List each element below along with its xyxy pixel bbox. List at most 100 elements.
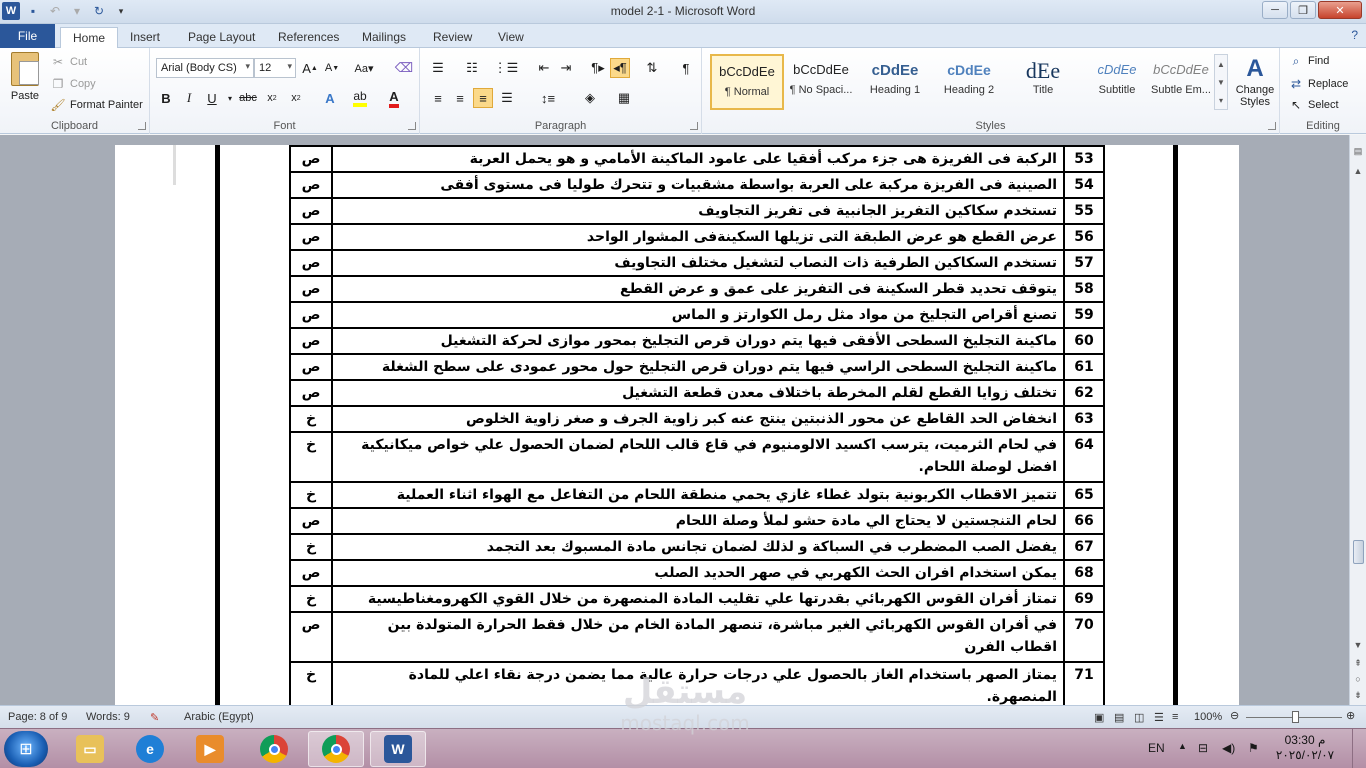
bullets-icon[interactable]: ☰ — [428, 58, 448, 78]
answer-cell[interactable]: ص — [289, 559, 333, 587]
question-number[interactable]: 70 — [1063, 611, 1105, 663]
style-no-spacing[interactable]: bCcDdEe ¶ No Spaci... — [784, 54, 858, 110]
question-number[interactable]: 61 — [1063, 353, 1105, 381]
scroll-down-icon[interactable]: ▼ — [1350, 637, 1366, 653]
draft-icon[interactable]: ≡ — [1172, 711, 1178, 723]
paragraph-launcher-icon[interactable] — [690, 122, 698, 130]
align-right-icon[interactable]: ≡ — [473, 88, 493, 108]
network-icon[interactable]: ⊟ — [1198, 741, 1208, 755]
notification-icon[interactable]: ⚑ — [1248, 741, 1259, 755]
styles-launcher-icon[interactable] — [1268, 122, 1276, 130]
rtl-direction-icon[interactable]: ◂¶ — [610, 58, 630, 78]
justify-icon[interactable]: ☰ — [497, 88, 517, 108]
document-page[interactable]: 53 الركبة فى الفريزة هى جزء مركب أفقيا عل… — [115, 145, 1239, 705]
select-button[interactable]: ↖ Select — [1288, 97, 1339, 113]
copy-button[interactable]: ❐ Copy — [50, 76, 96, 92]
taskbar-chrome[interactable] — [246, 731, 302, 767]
clipboard-launcher-icon[interactable] — [138, 122, 146, 130]
highlight-icon[interactable]: ab — [350, 88, 370, 108]
line-spacing-icon[interactable]: ↕≡ — [538, 88, 558, 108]
question-text[interactable]: ماكينة التجليخ السطحى الراسي فيها يتم دو… — [331, 353, 1065, 381]
answer-cell[interactable]: ص — [289, 197, 333, 225]
answer-cell[interactable]: ص — [289, 353, 333, 381]
font-color-icon[interactable]: A — [384, 88, 404, 108]
tab-page-layout[interactable]: Page Layout — [176, 27, 267, 48]
italic-icon[interactable]: I — [179, 88, 199, 108]
input-language[interactable]: EN — [1148, 741, 1165, 755]
tab-references[interactable]: References — [266, 27, 351, 48]
question-number[interactable]: 65 — [1063, 481, 1105, 509]
page-count[interactable]: Page: 8 of 9 — [8, 711, 67, 723]
answer-cell[interactable]: ص — [289, 249, 333, 277]
question-number[interactable]: 62 — [1063, 379, 1105, 407]
question-text[interactable]: تتميز الاقطاب الكربونية بتولد غطاء غازي … — [331, 481, 1065, 509]
tab-mailings[interactable]: Mailings — [350, 27, 418, 48]
question-number[interactable]: 54 — [1063, 171, 1105, 199]
start-button[interactable]: ⊞ — [4, 731, 48, 767]
answer-cell[interactable]: ص — [289, 171, 333, 199]
question-text[interactable]: الركبة فى الفريزة هى جزء مركب أفقيا على … — [331, 145, 1065, 173]
question-text[interactable]: تصنع أقراص التجليخ من مواد مثل رمل الكوا… — [331, 301, 1065, 329]
shrink-font-icon[interactable]: A ▼ — [322, 58, 342, 78]
full-screen-reading-icon[interactable]: ▤ — [1114, 711, 1124, 724]
print-layout-icon[interactable]: ▣ — [1094, 711, 1104, 724]
gallery-more-icon[interactable]: ▾ — [1219, 96, 1223, 105]
show-formatting-icon[interactable]: ¶ — [676, 58, 696, 78]
underline-icon[interactable]: U — [202, 88, 222, 108]
numbering-icon[interactable]: ☷ — [462, 58, 482, 78]
clear-formatting-icon[interactable]: ⌫ — [394, 58, 414, 78]
taskbar-explorer[interactable]: ▭ — [62, 731, 118, 767]
question-number[interactable]: 67 — [1063, 533, 1105, 561]
question-text[interactable]: يتوقف تحديد قطر السكينة فى التفريز على ع… — [331, 275, 1065, 303]
style-subtle-emphasis[interactable]: bCcDdEe Subtle Em... — [1144, 54, 1218, 110]
question-text[interactable]: لحام التنجستين لا يحتاج الي مادة حشو لمل… — [331, 507, 1065, 535]
answer-cell[interactable]: خ — [289, 431, 333, 483]
question-number[interactable]: 58 — [1063, 275, 1105, 303]
bold-icon[interactable]: B — [156, 88, 176, 108]
zoom-level[interactable]: 100% — [1194, 711, 1222, 723]
change-styles-button[interactable]: A Change Styles — [1232, 54, 1278, 108]
format-painter-button[interactable]: 🖌 Format Painter — [50, 97, 142, 113]
style-subtitle[interactable]: cDdEe Subtitle — [1080, 54, 1154, 110]
question-text[interactable]: تستخدم سكاكين التفريز الجانبية فى تفريز … — [331, 197, 1065, 225]
styles-gallery-scroll[interactable]: ▲ ▼ ▾ — [1214, 54, 1228, 110]
outline-icon[interactable]: ☰ — [1154, 711, 1164, 724]
question-number[interactable]: 71 — [1063, 661, 1105, 705]
grow-font-icon[interactable]: A ▲ — [300, 58, 320, 78]
subscript-icon[interactable]: x2 — [262, 88, 282, 108]
multilevel-list-icon[interactable]: ⋮☰ — [494, 58, 519, 78]
gallery-down-icon[interactable]: ▼ — [1217, 78, 1225, 87]
answer-cell[interactable]: ص — [289, 507, 333, 535]
question-text[interactable]: يمتاز الصهر باستخدام الغاز بالحصول علي د… — [331, 661, 1065, 705]
tab-home[interactable]: Home — [60, 27, 119, 49]
restore-button[interactable]: ❐ — [1290, 1, 1316, 19]
text-effects-icon[interactable]: A — [320, 88, 340, 108]
change-case-icon[interactable]: Aa▾ — [354, 58, 374, 78]
question-number[interactable]: 69 — [1063, 585, 1105, 613]
question-text[interactable]: عرض القطع هو عرض الطبقة التى تزيلها السك… — [331, 223, 1065, 251]
question-text[interactable]: في أفران القوس الكهربائي الغير مباشرة، ت… — [331, 611, 1065, 663]
question-text[interactable]: تمتاز أفران القوس الكهربائي بقدرتها علي … — [331, 585, 1065, 613]
question-number[interactable]: 59 — [1063, 301, 1105, 329]
word-count[interactable]: Words: 9 — [86, 711, 130, 723]
sort-icon[interactable]: ⇅ — [642, 58, 662, 78]
vertical-scrollbar[interactable]: ▤ ▲ ▼ ⇞ ○ ⇟ — [1349, 135, 1366, 705]
previous-page-icon[interactable]: ⇞ — [1350, 655, 1366, 671]
style-heading-1[interactable]: cDdEe Heading 1 — [858, 54, 932, 110]
answer-cell[interactable]: ص — [289, 223, 333, 251]
replace-button[interactable]: ⇄ Replace — [1288, 76, 1348, 92]
taskbar-word[interactable]: W — [370, 731, 426, 767]
answer-cell[interactable]: خ — [289, 481, 333, 509]
answer-cell[interactable]: خ — [289, 405, 333, 433]
answer-cell[interactable]: ص — [289, 301, 333, 329]
tab-review[interactable]: Review — [421, 27, 484, 48]
minimize-button[interactable]: ─ — [1262, 1, 1288, 19]
question-text[interactable]: الصينية فى الفريزة مركبة على العربة بواس… — [331, 171, 1065, 199]
paste-button[interactable]: Paste — [8, 52, 42, 108]
cut-button[interactable]: ✂ Cut — [50, 54, 87, 70]
browse-object-icon[interactable]: ○ — [1350, 671, 1366, 687]
question-text[interactable]: في لحام الثرميت، يترسب اكسيد الالومنيوم … — [331, 431, 1065, 483]
taskbar-internet-explorer[interactable]: e — [122, 731, 178, 767]
question-text[interactable]: تستخدم السكاكين الطرفية ذات النصاب لتشغي… — [331, 249, 1065, 277]
increase-indent-icon[interactable]: ⇥ — [556, 58, 576, 78]
